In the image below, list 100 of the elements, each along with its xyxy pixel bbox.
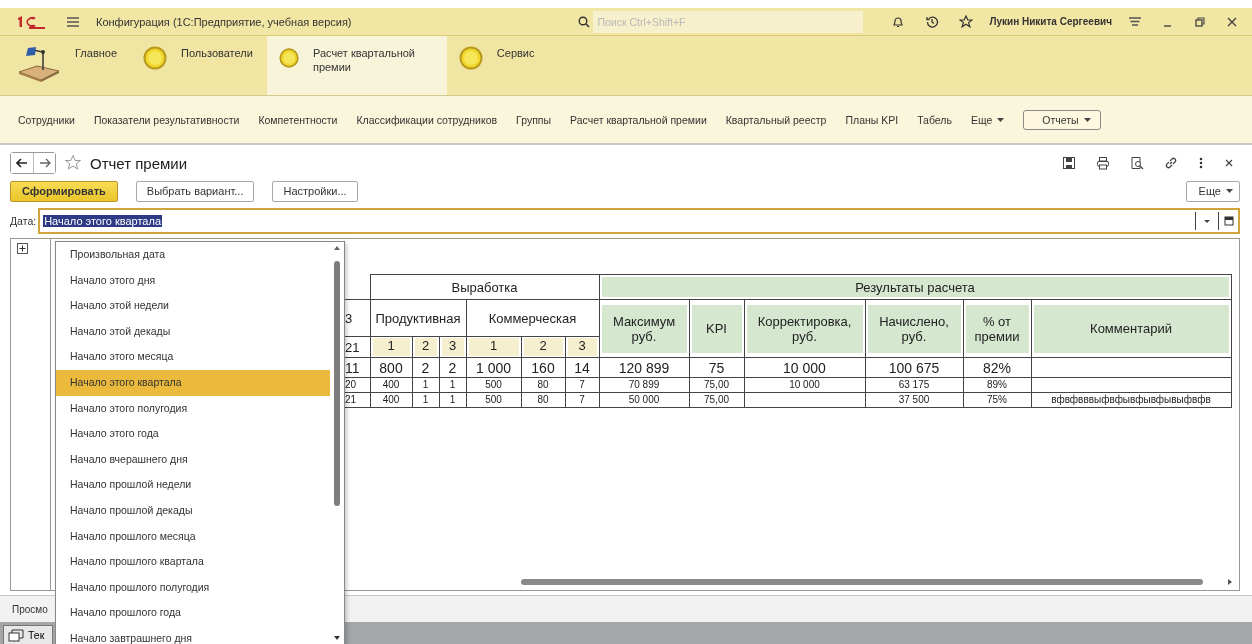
list-item[interactable]: Начало этой недели bbox=[56, 293, 330, 319]
caret-icon bbox=[1226, 189, 1233, 193]
section-tab[interactable]: Сервис bbox=[446, 36, 549, 95]
table-cell: 7 bbox=[565, 377, 599, 393]
scroll-down-icon[interactable] bbox=[333, 635, 341, 641]
reports-button[interactable]: Отчеты bbox=[1023, 109, 1101, 130]
table-cell: 1 bbox=[412, 392, 439, 408]
nav-link[interactable]: Компетентности bbox=[258, 113, 338, 126]
list-item[interactable]: Начало прошлой недели bbox=[56, 472, 330, 498]
more-menu[interactable]: Еще bbox=[970, 113, 1005, 126]
nav-link[interactable]: Табель bbox=[917, 113, 952, 126]
section-tab[interactable]: Расчет квартальной премии bbox=[266, 36, 447, 95]
nav-link[interactable]: Сотрудники bbox=[18, 113, 75, 126]
column-header: KPI bbox=[689, 299, 744, 358]
form-title: Отчет премии bbox=[90, 154, 188, 172]
history-icon[interactable] bbox=[925, 14, 940, 29]
link-icon[interactable] bbox=[1164, 156, 1178, 170]
column-header: Продуктивная bbox=[370, 299, 466, 337]
preview-icon[interactable] bbox=[1130, 156, 1144, 170]
scroll-up-icon[interactable] bbox=[333, 245, 341, 251]
restore-icon[interactable] bbox=[1194, 15, 1206, 28]
table-cell: 800 bbox=[370, 357, 412, 378]
list-item[interactable]: Начало этого полугодия bbox=[56, 395, 330, 422]
date-field[interactable]: Начало этого квартала bbox=[38, 208, 1240, 234]
search-icon[interactable] bbox=[578, 15, 591, 28]
table-cell: 400 bbox=[370, 392, 412, 408]
table-cell: 10 000 bbox=[744, 357, 865, 378]
star-icon[interactable] bbox=[64, 154, 82, 172]
list-item[interactable]: Начало прошлого полугодия bbox=[56, 574, 330, 601]
logo-icon[interactable] bbox=[16, 14, 46, 29]
table-cell: 1 bbox=[412, 377, 439, 393]
table-cell: 75% bbox=[963, 392, 1031, 408]
list-item[interactable]: Начало прошлого квартала bbox=[56, 549, 330, 575]
table-cell: 82% bbox=[963, 357, 1031, 378]
table-cell: 70 899 bbox=[599, 377, 689, 393]
table-cell: 100 675 bbox=[865, 357, 963, 378]
section-tab[interactable]: Главное bbox=[5, 36, 132, 95]
star-icon[interactable] bbox=[959, 14, 974, 29]
column-header: 1 bbox=[466, 336, 521, 358]
nav-link[interactable]: Расчет квартальной премии bbox=[570, 113, 707, 126]
list-item[interactable]: Начало этого квартала bbox=[56, 369, 330, 396]
list-item[interactable]: Произвольная дата bbox=[56, 242, 330, 268]
user-name[interactable]: Лукин Никита Сергеевич bbox=[989, 16, 1112, 27]
more-icon[interactable] bbox=[1198, 156, 1204, 170]
list-item[interactable]: Начало прошлого месяца bbox=[56, 523, 330, 550]
print-icon[interactable] bbox=[1096, 156, 1110, 170]
form-button[interactable]: Сформировать bbox=[10, 180, 118, 202]
column-header: 1 bbox=[370, 336, 412, 358]
list-item[interactable]: Начало прошлой декады bbox=[56, 497, 330, 524]
table-cell: 7 bbox=[565, 392, 599, 408]
list-item[interactable]: Начало этого года bbox=[56, 421, 330, 447]
table-cell: 2 bbox=[412, 357, 439, 378]
column-header: Результаты расчета bbox=[599, 274, 1231, 300]
more-menu[interactable]: Еще bbox=[1185, 180, 1240, 202]
calendar-icon[interactable] bbox=[1223, 215, 1235, 227]
close-icon[interactable] bbox=[1226, 15, 1238, 28]
menu-icon[interactable] bbox=[66, 15, 80, 28]
table-cell: 75 bbox=[689, 357, 744, 378]
table-cell: 75,00 bbox=[689, 377, 744, 393]
close-icon[interactable] bbox=[1224, 158, 1234, 168]
table-cell: 500 bbox=[466, 392, 521, 408]
table-cell: 37 500 bbox=[865, 392, 963, 408]
nav-link[interactable]: Планы KPI bbox=[845, 113, 899, 126]
save-icon[interactable] bbox=[1062, 156, 1076, 170]
scroll-right-icon[interactable] bbox=[1227, 579, 1233, 585]
table-cell: 80 bbox=[521, 377, 565, 393]
horizontal-scrollbar[interactable] bbox=[521, 579, 1203, 585]
nav-link[interactable]: Квартальный реестр bbox=[725, 113, 827, 126]
list-item[interactable]: Начало этого дня bbox=[56, 267, 330, 294]
taskbar-tab[interactable]: Тек bbox=[3, 625, 53, 644]
table-cell: 1 bbox=[439, 392, 466, 408]
column-header: Корректировка, руб. bbox=[744, 299, 865, 358]
table-cell: 10 000 bbox=[744, 377, 865, 393]
bell-icon[interactable] bbox=[891, 14, 906, 29]
nav-link[interactable]: Классификации сотрудников bbox=[356, 113, 498, 126]
column-header: 2 bbox=[521, 336, 565, 358]
forward-button[interactable] bbox=[33, 153, 55, 173]
list-item[interactable]: Начало вчерашнего дня bbox=[56, 446, 330, 473]
table-cell: 50 000 bbox=[599, 392, 689, 408]
form-button[interactable]: Выбрать вариант... bbox=[135, 180, 255, 202]
column-header: Максимум руб. bbox=[599, 299, 689, 358]
section-tab[interactable]: Пользователи bbox=[131, 36, 267, 95]
search-field[interactable]: Поиск Ctrl+Shift+F bbox=[593, 10, 864, 33]
list-item[interactable]: Начало этой декады bbox=[56, 318, 330, 345]
table-cell: 1 000 bbox=[466, 357, 521, 378]
table-cell: 120 899 bbox=[599, 357, 689, 378]
form-button[interactable]: Настройки... bbox=[272, 180, 358, 202]
nav-link[interactable]: Группы bbox=[516, 113, 552, 126]
list-item[interactable]: Начало этого месяца bbox=[56, 344, 330, 370]
date-label: Дата: bbox=[10, 215, 37, 227]
column-header: 2 bbox=[412, 336, 439, 358]
options-icon[interactable] bbox=[1128, 14, 1142, 29]
expand-icon[interactable] bbox=[17, 243, 28, 254]
table-cell: 75,00 bbox=[689, 392, 744, 408]
list-item[interactable]: Начало прошлого года bbox=[56, 600, 330, 626]
column-header: % от премии bbox=[963, 299, 1031, 358]
list-item[interactable]: Начало завтрашнего дня bbox=[56, 625, 330, 644]
circle-icon bbox=[278, 46, 299, 70]
nav-link[interactable]: Показатели результативности bbox=[93, 113, 240, 126]
caret-icon bbox=[997, 117, 1005, 122]
